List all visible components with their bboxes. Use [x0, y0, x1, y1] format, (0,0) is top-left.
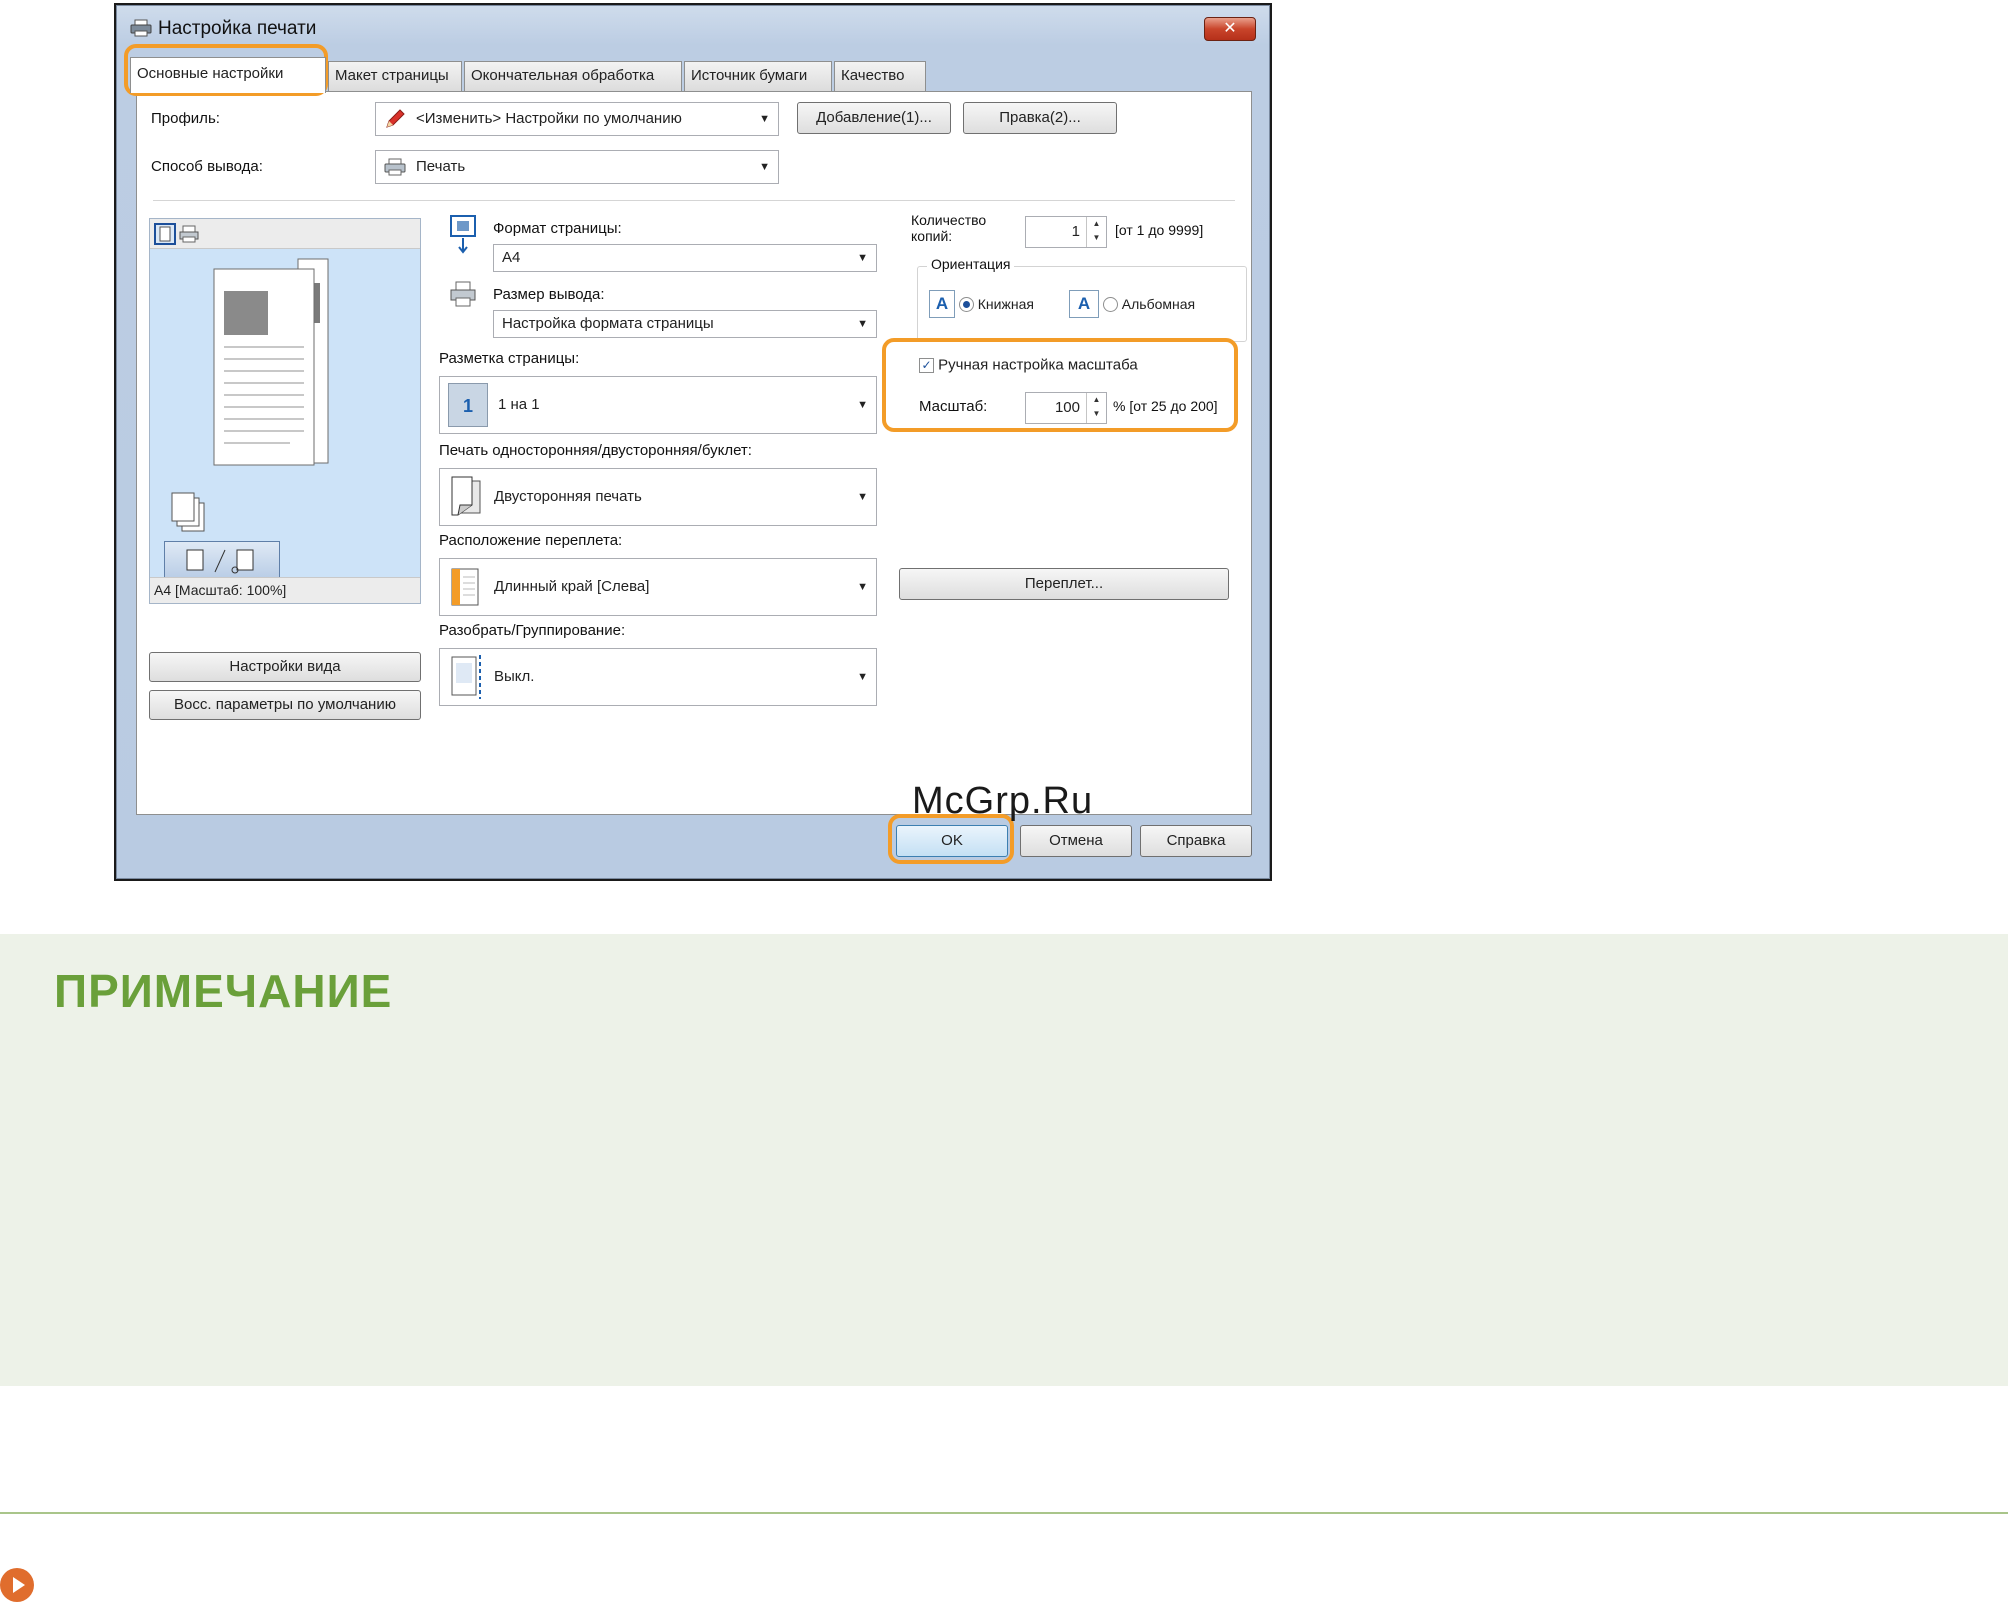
duplex-toggle-icon — [186, 549, 254, 574]
portrait-label: Книжная — [977, 296, 1034, 312]
binding-button[interactable]: Переплет... — [899, 568, 1229, 600]
binding-location-select[interactable]: Длинный край [Слева] ▼ — [439, 558, 877, 616]
scaling-label: Масштаб: — [919, 398, 988, 415]
duplex-label: Печать односторонняя/двусторонняя/буклет… — [439, 442, 752, 459]
scaling-spinner[interactable]: 100 ▲ ▼ — [1025, 392, 1107, 424]
tab-page-layout[interactable]: Макет страницы — [328, 61, 462, 91]
copies-label-line1: Количество — [911, 212, 987, 228]
chevron-down-icon: ▼ — [857, 252, 868, 264]
page-preview-image — [213, 258, 329, 466]
spinner-arrows-icon[interactable]: ▲ ▼ — [1086, 217, 1106, 247]
scaling-value: 100 — [1054, 399, 1080, 416]
output-method-label: Способ вывода: — [151, 158, 263, 175]
ok-button[interactable]: OK — [896, 825, 1008, 857]
duplex-preview-toggle[interactable] — [164, 541, 280, 579]
tab-quality[interactable]: Качество — [834, 61, 926, 91]
profile-label: Профиль: — [151, 110, 220, 127]
printer-icon — [384, 158, 406, 176]
binding-location-label: Расположение переплета: — [439, 532, 623, 549]
page-size-value: A4 — [502, 249, 521, 266]
manual-scaling-option[interactable]: ✓ Ручная настройка масштаба — [919, 356, 1138, 374]
output-size-value: Настройка формата страницы — [502, 315, 714, 332]
collate-value: Выкл. — [494, 668, 535, 685]
page-layout-label: Разметка страницы: — [439, 350, 580, 367]
output-method-select[interactable]: Печать ▼ — [375, 150, 779, 184]
edit-profile-button[interactable]: Правка(2)... — [963, 102, 1117, 134]
print-settings-dialog: Настройка печати ✕ Основные настройки Ма… — [114, 3, 1272, 881]
pencil-icon — [386, 109, 405, 128]
basic-settings-panel: Профиль: <Изменить> Настройки по умолчан… — [136, 91, 1252, 815]
copies-stack-icon — [171, 492, 205, 532]
manual-scaling-checkbox[interactable]: ✓ — [919, 357, 934, 373]
manual-scaling-label: Ручная настройка масштаба — [938, 356, 1138, 374]
tab-paper-source[interactable]: Источник бумаги — [684, 61, 832, 91]
copies-value: 1 — [1071, 223, 1080, 240]
tab-finishing[interactable]: Окончательная обработка — [464, 61, 682, 91]
separator — [153, 200, 1235, 202]
preview-toolbar — [150, 219, 420, 249]
chevron-down-icon: ▼ — [857, 399, 868, 411]
preview-pane: A4 [Масштаб: 100%] — [149, 218, 421, 604]
orientation-landscape-option[interactable]: A Альбомная — [1069, 290, 1195, 318]
restore-defaults-button[interactable]: Восс. параметры по умолчанию — [149, 690, 421, 720]
layout-1-on-1-icon: 1 — [448, 383, 488, 428]
profile-value: <Изменить> Настройки по умолчанию — [416, 110, 682, 127]
page-size-label: Формат страницы: — [493, 220, 622, 237]
landscape-label: Альбомная — [1121, 296, 1196, 312]
printer-icon — [130, 19, 152, 37]
page-size-icon — [450, 215, 476, 254]
portrait-icon: A — [929, 290, 955, 318]
note-title: ПРИМЕЧАНИЕ — [54, 965, 393, 1017]
output-method-value: Печать — [416, 158, 466, 175]
title-bar[interactable]: Настройка печати ✕ — [116, 5, 1270, 51]
chevron-down-icon: ▼ — [857, 491, 868, 503]
chevron-down-icon: ▼ — [857, 671, 868, 683]
portrait-radio[interactable] — [958, 296, 974, 312]
note-section: ПРИМЕЧАНИЕ — [0, 934, 2008, 1386]
duplex-page-icon — [451, 476, 481, 516]
page-layout-value: 1 на 1 — [498, 396, 540, 413]
copies-label: Количество копий: — [911, 212, 986, 244]
orientation-portrait-option[interactable]: A Книжная — [929, 290, 1034, 318]
copies-label-line2: копий: — [911, 228, 953, 244]
profile-select[interactable]: <Изменить> Настройки по умолчанию ▼ — [375, 102, 779, 136]
duplex-select[interactable]: Двусторонняя печать ▼ — [439, 468, 877, 526]
chevron-down-icon: ▼ — [857, 318, 868, 330]
dialog-title: Настройка печати — [158, 18, 317, 39]
cancel-button[interactable]: Отмена — [1020, 825, 1132, 857]
chevron-down-icon: ▼ — [759, 161, 770, 173]
watermark-text: McGrp.Ru — [912, 780, 1094, 822]
printer-view-icon[interactable] — [178, 223, 200, 245]
page-size-select[interactable]: A4 ▼ — [493, 244, 877, 272]
preview-status: A4 [Масштаб: 100%] — [150, 577, 420, 603]
collate-label: Разобрать/Группирование: — [439, 622, 626, 639]
long-edge-left-icon — [451, 568, 479, 606]
spinner-arrows-icon[interactable]: ▲ ▼ — [1086, 393, 1106, 423]
output-size-select[interactable]: Настройка формата страницы ▼ — [493, 310, 877, 338]
copies-range: [от 1 до 9999] — [1115, 222, 1204, 238]
duplex-value: Двусторонняя печать — [494, 488, 642, 505]
chevron-down-icon: ▼ — [857, 581, 868, 593]
orientation-label: Ориентация — [927, 256, 1015, 272]
play-arrow-icon[interactable] — [0, 1568, 34, 1602]
landscape-icon: A — [1069, 290, 1099, 318]
page-view-icon[interactable] — [154, 223, 176, 245]
chevron-down-icon: ▼ — [759, 113, 770, 125]
output-size-icon — [450, 281, 476, 307]
divider — [0, 1512, 2008, 1514]
landscape-radio[interactable] — [1102, 296, 1118, 312]
view-settings-button[interactable]: Настройки вида — [149, 652, 421, 682]
collate-select[interactable]: Выкл. ▼ — [439, 648, 877, 706]
add-profile-button[interactable]: Добавление(1)... — [797, 102, 951, 134]
output-size-label: Размер вывода: — [493, 286, 605, 303]
copies-spinner[interactable]: 1 ▲ ▼ — [1025, 216, 1107, 248]
binding-location-value: Длинный край [Слева] — [494, 578, 650, 595]
page-layout-select[interactable]: 1 1 на 1 ▼ — [439, 376, 877, 434]
scaling-range: % [от 25 до 200] — [1113, 398, 1218, 414]
help-button[interactable]: Справка — [1140, 825, 1252, 857]
close-button[interactable]: ✕ — [1204, 17, 1256, 41]
collate-off-icon — [451, 655, 481, 700]
tab-basic-settings[interactable]: Основные настройки — [130, 57, 326, 93]
